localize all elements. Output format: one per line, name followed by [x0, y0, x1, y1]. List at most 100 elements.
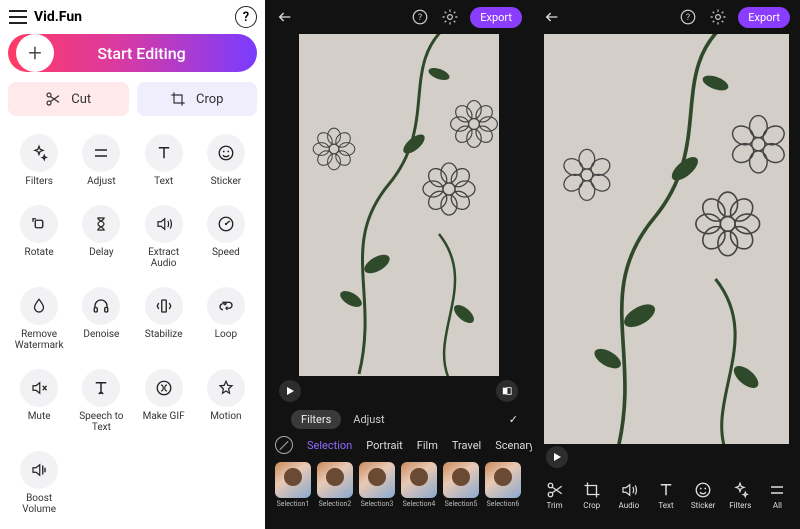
- play-button[interactable]: [546, 446, 568, 468]
- bottom-label: All: [773, 501, 782, 510]
- apply-check-icon[interactable]: ✓: [509, 413, 518, 426]
- tool-label: Text: [154, 176, 173, 187]
- tool-speed[interactable]: Speed: [195, 199, 257, 275]
- sparkle-icon: [20, 134, 58, 172]
- filter-thumb[interactable]: Selection3: [359, 462, 395, 508]
- stt-icon: [82, 369, 120, 407]
- crop-button[interactable]: Crop: [137, 82, 258, 116]
- tool-label: Delay: [89, 247, 113, 258]
- gear-icon[interactable]: [440, 7, 460, 27]
- rotate-icon: [20, 205, 58, 243]
- tool-extract-audio[interactable]: Extract Audio: [133, 199, 195, 275]
- bottom-label: Audio: [619, 501, 640, 510]
- tool-boost-volume[interactable]: Boost Volume: [8, 445, 70, 521]
- equals-icon: [768, 481, 786, 499]
- tool-rotate[interactable]: Rotate: [8, 199, 70, 275]
- filter-adjust-tabs: Filters Adjust ✓: [265, 406, 532, 432]
- right-topbar: ? Export: [532, 0, 800, 34]
- thumb-label: Selection1: [277, 500, 310, 508]
- crop-icon: [583, 481, 601, 499]
- back-icon[interactable]: [275, 7, 295, 27]
- category-selection[interactable]: Selection: [307, 439, 352, 452]
- tool-label: Speed: [212, 247, 240, 258]
- smile-icon: [694, 481, 712, 499]
- brand-title: Vid.Fun: [34, 9, 82, 25]
- tool-sticker[interactable]: Sticker: [195, 128, 257, 193]
- tool-remove-watermark[interactable]: Remove Watermark: [8, 281, 70, 357]
- no-filter-icon[interactable]: [275, 436, 293, 454]
- crop-icon: [170, 91, 186, 107]
- center-topbar: ? Export: [265, 0, 532, 34]
- tool-text[interactable]: Text: [133, 128, 195, 193]
- thumb-image: [317, 462, 353, 498]
- bottom-filters[interactable]: Filters: [723, 481, 757, 510]
- filter-thumb[interactable]: Selection5: [443, 462, 479, 508]
- mute-icon: [20, 369, 58, 407]
- bottom-crop[interactable]: Crop: [575, 481, 609, 510]
- scissors-icon: [546, 481, 564, 499]
- volume-icon: [145, 205, 183, 243]
- tool-delay[interactable]: Delay: [70, 199, 132, 275]
- help-icon[interactable]: ?: [410, 7, 430, 27]
- category-film[interactable]: Film: [417, 439, 438, 452]
- filter-thumb[interactable]: Selection6: [485, 462, 521, 508]
- back-icon[interactable]: [542, 7, 562, 27]
- thumb-label: Selection3: [361, 500, 394, 508]
- help-icon[interactable]: ?: [678, 7, 698, 27]
- svg-text:?: ?: [418, 13, 422, 23]
- category-travel[interactable]: Travel: [452, 439, 481, 452]
- right-panel: ? Export TrimCrop Audio Text StickerFilters…: [532, 0, 800, 529]
- left-header: Vid.Fun ?: [8, 6, 257, 28]
- gear-icon[interactable]: [708, 7, 728, 27]
- tool-loop[interactable]: Loop: [195, 281, 257, 357]
- drop-icon: [20, 287, 58, 325]
- tool-filters[interactable]: Filters: [8, 128, 70, 193]
- tool-make-gif[interactable]: Make GIF: [133, 363, 195, 439]
- tool-stabilize[interactable]: Stabilize: [133, 281, 195, 357]
- tool-mute[interactable]: Mute: [8, 363, 70, 439]
- right-preview-container: [532, 34, 800, 444]
- tool-label: Filters: [25, 176, 53, 187]
- tool-adjust[interactable]: Adjust: [70, 128, 132, 193]
- thumb-label: Selection4: [403, 500, 436, 508]
- tool-motion[interactable]: Motion: [195, 363, 257, 439]
- star-icon: [207, 369, 245, 407]
- filter-thumb[interactable]: Selection4: [401, 462, 437, 508]
- filter-thumb[interactable]: Selection1: [275, 462, 311, 508]
- bottom-trim[interactable]: Trim: [538, 481, 572, 510]
- tool-speech-to-text[interactable]: Speech to Text: [70, 363, 132, 439]
- thumb-image: [275, 462, 311, 498]
- export-button[interactable]: Export: [738, 7, 790, 28]
- thumb-label: Selection5: [445, 500, 478, 508]
- tab-filters[interactable]: Filters: [291, 410, 341, 429]
- thumb-label: Selection2: [319, 500, 352, 508]
- compare-button[interactable]: [496, 380, 518, 402]
- filter-thumbnails: Selection1 Selection2 Selection3 Selection4…: [265, 458, 532, 514]
- help-icon[interactable]: ?: [235, 6, 257, 28]
- cut-crop-row: Cut Crop: [8, 82, 257, 116]
- thumb-image: [359, 462, 395, 498]
- category-portrait[interactable]: Portrait: [366, 439, 403, 452]
- export-button[interactable]: Export: [470, 7, 522, 28]
- category-scenary[interactable]: Scenary: [495, 439, 532, 452]
- start-editing-button[interactable]: + Start Editing: [8, 34, 257, 72]
- crop-label: Crop: [196, 92, 223, 107]
- filter-thumb[interactable]: Selection2: [317, 462, 353, 508]
- start-editing-label: Start Editing: [54, 44, 257, 63]
- boost-icon: [20, 451, 58, 489]
- bottom-sticker[interactable]: Sticker: [686, 481, 720, 510]
- thumb-image: [401, 462, 437, 498]
- menu-icon[interactable]: [8, 7, 28, 27]
- equals-icon: [82, 134, 120, 172]
- center-preview-container: [265, 34, 532, 376]
- tool-denoise[interactable]: Denoise: [70, 281, 132, 357]
- bottom-label: Text: [658, 501, 673, 510]
- bottom-all[interactable]: All: [760, 481, 794, 510]
- center-preview[interactable]: [299, 34, 499, 376]
- right-preview[interactable]: [544, 34, 789, 444]
- play-button[interactable]: [279, 380, 301, 402]
- bottom-text[interactable]: Text: [649, 481, 683, 510]
- tab-adjust[interactable]: Adjust: [353, 413, 384, 426]
- bottom-audio[interactable]: Audio: [612, 481, 646, 510]
- cut-button[interactable]: Cut: [8, 82, 129, 116]
